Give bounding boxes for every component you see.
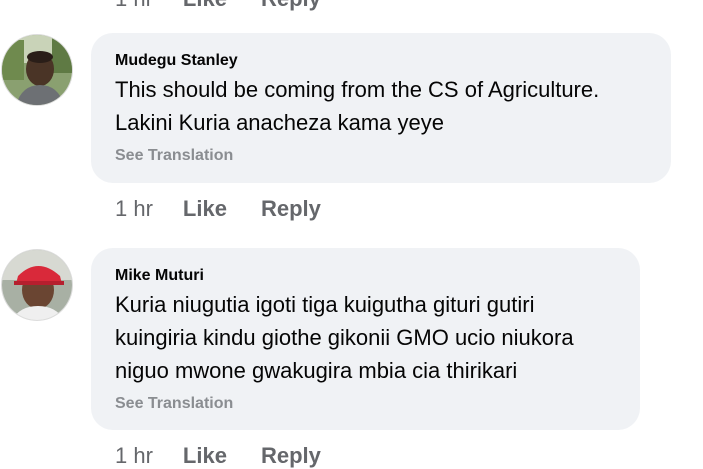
- previous-comment-actions: 1 hr Like Reply: [115, 0, 321, 12]
- like-button[interactable]: Like: [183, 443, 227, 469]
- comment-line: This should be coming from the CS of Agr…: [115, 77, 600, 102]
- reply-button[interactable]: Reply: [261, 0, 321, 12]
- comment-line: Lakini Kuria anacheza kama yeye: [115, 110, 444, 135]
- see-translation-link[interactable]: See Translation: [115, 395, 616, 413]
- like-button[interactable]: Like: [183, 196, 227, 222]
- comment-line: kuingiria kindu giothe gikonii GMO ucio …: [115, 325, 574, 350]
- comment-bubble: Mudegu Stanley This should be coming fro…: [91, 33, 671, 183]
- comment-actions: 1 hr Like Reply: [115, 443, 321, 469]
- comment-line: niguo mwone gwakugira mbia cia thirikari: [115, 358, 518, 383]
- comment-text: This should be coming from the CS of Agr…: [115, 73, 647, 139]
- reply-button[interactable]: Reply: [261, 443, 321, 469]
- user-avatar-image: [2, 35, 72, 105]
- comment-time[interactable]: 1 hr: [115, 196, 153, 222]
- comment-author[interactable]: Mike Muturi: [115, 266, 616, 286]
- avatar[interactable]: [2, 35, 72, 105]
- comment-line: Kuria niugutia igoti tiga kuigutha gitur…: [115, 292, 535, 317]
- see-translation-link[interactable]: See Translation: [115, 147, 647, 165]
- comment-bubble: Mike Muturi Kuria niugutia igoti tiga ku…: [91, 248, 640, 430]
- comment-time: 1 hr: [115, 0, 153, 12]
- comment-text: Kuria niugutia igoti tiga kuigutha gitur…: [115, 288, 616, 387]
- avatar[interactable]: [2, 250, 72, 320]
- like-button[interactable]: Like: [183, 0, 227, 12]
- reply-button[interactable]: Reply: [261, 196, 321, 222]
- comment-actions: 1 hr Like Reply: [115, 196, 321, 222]
- comment-time[interactable]: 1 hr: [115, 443, 153, 469]
- user-avatar-image: [2, 250, 72, 320]
- comment-author[interactable]: Mudegu Stanley: [115, 51, 647, 71]
